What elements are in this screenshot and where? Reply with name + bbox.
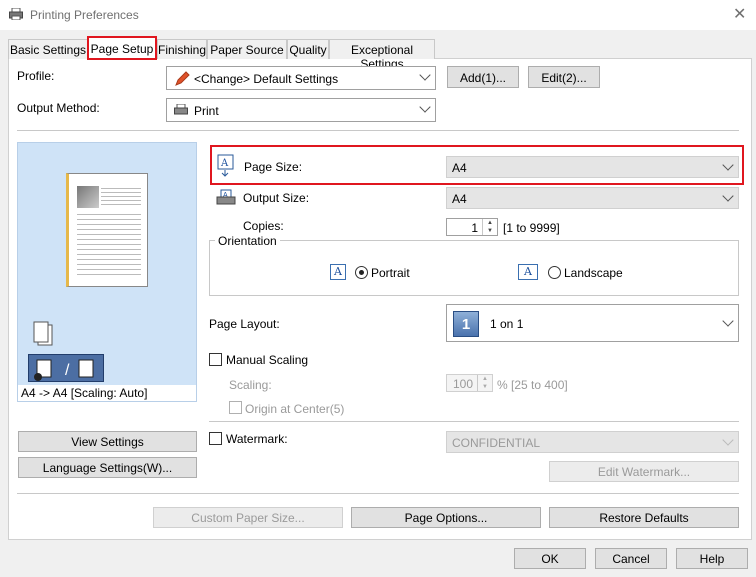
cancel-button[interactable]: Cancel	[595, 548, 667, 569]
printer-icon	[174, 103, 188, 119]
ok-button[interactable]: OK	[514, 548, 586, 569]
copies-label: Copies:	[243, 219, 284, 233]
tab-basic-settings[interactable]: Basic Settings	[8, 39, 88, 59]
tab-quality[interactable]: Quality	[287, 39, 329, 59]
scaling-stepper[interactable]: 100 ▲ ▼	[446, 374, 493, 392]
page-size-icon: A	[217, 154, 235, 181]
page-size-dropdown[interactable]: A4	[446, 156, 739, 178]
page-layout-dropdown[interactable]: 1 1 on 1	[446, 304, 739, 342]
help-button[interactable]: Help	[676, 548, 748, 569]
duplex-toggle-button[interactable]: /	[28, 354, 104, 382]
output-method-value: Print	[194, 104, 219, 118]
chevron-down-icon	[722, 190, 734, 202]
landscape-radio[interactable]	[548, 266, 561, 279]
copies-value: 1	[471, 221, 478, 235]
watermark-dropdown[interactable]: CONFIDENTIAL	[446, 431, 739, 453]
page-size-value: A4	[452, 161, 467, 175]
manual-scaling-label: Manual Scaling	[226, 353, 309, 367]
view-settings-button[interactable]: View Settings	[18, 431, 197, 452]
scaling-value: 100	[452, 377, 473, 391]
landscape-icon: A	[518, 264, 538, 280]
manual-scaling-checkbox[interactable]	[209, 353, 222, 366]
title-bar: Printing Preferences ✕	[0, 0, 756, 30]
output-size-value: A4	[452, 192, 467, 206]
watermark-checkbox[interactable]	[209, 432, 222, 445]
orientation-group	[209, 240, 739, 296]
origin-center-label: Origin at Center(5)	[245, 402, 345, 416]
custom-paper-size-button[interactable]: Custom Paper Size...	[153, 507, 343, 528]
page-options-button[interactable]: Page Options...	[351, 507, 541, 528]
divider	[17, 493, 739, 494]
close-icon[interactable]: ✕	[733, 4, 746, 24]
spin-arrows-icon[interactable]: ▲ ▼	[477, 375, 492, 391]
layout-number-icon: 1	[453, 311, 479, 337]
output-size-dropdown[interactable]: A4	[446, 187, 739, 209]
output-size-icon: A	[216, 189, 236, 210]
page-preview-image	[66, 173, 148, 287]
language-settings-button[interactable]: Language Settings(W)...	[18, 457, 197, 478]
output-size-label: Output Size:	[243, 191, 310, 205]
profile-label: Profile:	[17, 69, 55, 83]
divider	[209, 421, 739, 422]
scaling-label: Scaling:	[229, 378, 272, 392]
watermark-label: Watermark:	[226, 432, 288, 446]
page-layout-value: 1 on 1	[490, 317, 524, 331]
chevron-down-icon	[419, 69, 431, 81]
output-method-dropdown[interactable]: Print	[166, 98, 436, 122]
origin-center-checkbox[interactable]	[229, 401, 242, 414]
chevron-down-icon	[722, 434, 734, 446]
tab-page-setup[interactable]: Page Setup	[87, 36, 157, 60]
output-method-label: Output Method:	[17, 101, 100, 115]
copies-stepper[interactable]: 1 ▲ ▼	[446, 218, 498, 236]
page-layout-label: Page Layout:	[209, 317, 280, 331]
tab-paper-source[interactable]: Paper Source	[207, 39, 287, 59]
restore-defaults-button[interactable]: Restore Defaults	[549, 507, 739, 528]
copies-range: [1 to 9999]	[503, 221, 560, 235]
profile-value: <Change> Default Settings	[194, 72, 339, 86]
chevron-down-icon	[419, 101, 431, 113]
printer-icon	[9, 7, 23, 21]
chevron-down-icon	[722, 315, 734, 327]
copies-stack-icon	[33, 321, 53, 346]
scaling-range: % [25 to 400]	[497, 378, 568, 392]
window-title: Printing Preferences	[30, 8, 139, 22]
spin-arrows-icon[interactable]: ▲ ▼	[482, 219, 497, 235]
portrait-icon: A	[330, 264, 346, 280]
pencil-icon	[174, 71, 190, 90]
tab-exceptional-settings[interactable]: Exceptional Settings	[329, 39, 435, 71]
preview-caption: A4 -> A4 [Scaling: Auto]	[21, 386, 148, 400]
watermark-value: CONFIDENTIAL	[452, 436, 541, 450]
portrait-label: Portrait	[371, 266, 410, 280]
landscape-label: Landscape	[564, 266, 623, 280]
page-size-label: Page Size:	[244, 160, 303, 174]
edit-profile-button[interactable]: Edit(2)...	[528, 66, 600, 88]
edit-watermark-button[interactable]: Edit Watermark...	[549, 461, 739, 482]
profile-dropdown[interactable]: <Change> Default Settings	[166, 66, 436, 90]
divider	[17, 130, 739, 131]
svg-text:/: /	[65, 362, 70, 379]
preview-pane: / A4 -> A4 [Scaling: Auto]	[17, 142, 197, 402]
tab-finishing[interactable]: Finishing	[157, 39, 207, 59]
orientation-label: Orientation	[215, 234, 280, 248]
svg-text:A: A	[220, 158, 229, 169]
add-profile-button[interactable]: Add(1)...	[447, 66, 519, 88]
portrait-radio[interactable]	[355, 266, 368, 279]
chevron-down-icon	[722, 159, 734, 171]
